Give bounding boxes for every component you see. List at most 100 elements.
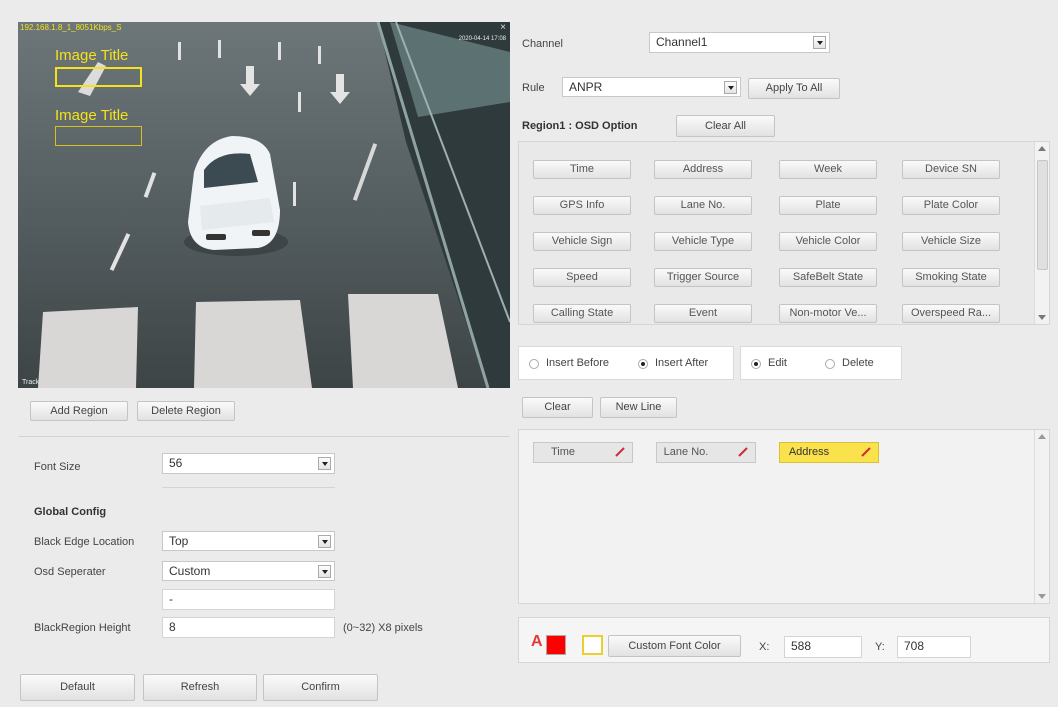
- black-region-height-input[interactable]: 8: [162, 617, 335, 638]
- delete-radio[interactable]: [825, 359, 835, 369]
- osd-separator-value: Custom: [169, 564, 211, 578]
- osd-device-sn-button[interactable]: Device SN: [902, 160, 1000, 179]
- scroll-up-icon[interactable]: [1038, 434, 1046, 439]
- scroll-up-icon[interactable]: [1038, 146, 1046, 151]
- add-region-button[interactable]: Add Region: [30, 401, 128, 421]
- osd-smoking-state-button[interactable]: Smoking State: [902, 268, 1000, 287]
- selected-osd-area[interactable]: Time Lane No. Address: [518, 429, 1050, 604]
- new-line-button[interactable]: New Line: [600, 397, 677, 418]
- insert-after-label[interactable]: Insert After: [655, 357, 708, 369]
- osd-lane-no-button[interactable]: Lane No.: [654, 196, 752, 215]
- secondary-color-swatch[interactable]: [582, 635, 603, 655]
- osd-speed-button[interactable]: Speed: [533, 268, 631, 287]
- edit-pen-icon[interactable]: [860, 446, 872, 458]
- font-size-value: 56: [169, 456, 183, 470]
- overlay-box-2[interactable]: [55, 126, 142, 146]
- global-config-title: Global Config: [34, 506, 107, 518]
- video-timestamp: 2020-04-14 17:08: [458, 36, 506, 42]
- primary-color-swatch[interactable]: [546, 635, 566, 655]
- rule-value: ANPR: [569, 80, 603, 94]
- default-button[interactable]: Default: [20, 674, 135, 701]
- insert-before-radio[interactable]: [529, 359, 539, 369]
- insert-before-label[interactable]: Insert Before: [546, 357, 609, 369]
- insert-after-radio[interactable]: [638, 359, 648, 369]
- delete-label[interactable]: Delete: [842, 357, 874, 369]
- osd-event-button[interactable]: Event: [654, 304, 752, 323]
- delete-region-button[interactable]: Delete Region: [137, 401, 235, 421]
- x-label: X:: [759, 641, 770, 653]
- mode-radio-group: [740, 346, 902, 380]
- chevron-down-icon[interactable]: [318, 457, 331, 470]
- rule-label: Rule: [522, 82, 545, 94]
- clear-button[interactable]: Clear: [522, 397, 593, 418]
- osd-safebelt-state-button[interactable]: SafeBelt State: [779, 268, 877, 287]
- osd-trigger-source-button[interactable]: Trigger Source: [654, 268, 752, 287]
- channel-select[interactable]: Channel1: [649, 32, 830, 53]
- channel-label: Channel: [522, 38, 563, 50]
- chevron-down-icon[interactable]: [318, 565, 331, 578]
- selected-item-label: Address: [788, 446, 830, 458]
- apply-to-all-button[interactable]: Apply To All: [748, 78, 840, 99]
- selected-item-time[interactable]: Time: [533, 442, 633, 463]
- osd-overspeed-button[interactable]: Overspeed Ra...: [902, 304, 1000, 323]
- black-edge-label: Black Edge Location: [34, 536, 135, 548]
- edit-label[interactable]: Edit: [768, 357, 787, 369]
- divider: [162, 487, 335, 488]
- osd-vehicle-color-button[interactable]: Vehicle Color: [779, 232, 877, 251]
- close-icon[interactable]: ×: [500, 22, 506, 33]
- chevron-down-icon[interactable]: [724, 81, 737, 94]
- black-region-height-label: BlackRegion Height: [34, 622, 131, 634]
- selected-item-address[interactable]: Address: [779, 442, 879, 463]
- channel-tag: Track: [22, 379, 40, 386]
- rule-select[interactable]: ANPR: [562, 77, 741, 97]
- y-coordinate-input[interactable]: 708: [897, 636, 971, 658]
- osd-calling-state-button[interactable]: Calling State: [533, 304, 631, 323]
- osd-plate-button[interactable]: Plate: [779, 196, 877, 215]
- osd-time-button[interactable]: Time: [533, 160, 631, 179]
- scrollbar[interactable]: [1034, 430, 1049, 603]
- scrollbar-thumb[interactable]: [1037, 160, 1048, 270]
- black-edge-value: Top: [169, 534, 189, 548]
- video-preview[interactable]: 192.168.1.8_1_8051Kbps_S 2020-04-14 17:0…: [18, 22, 510, 388]
- chevron-down-icon[interactable]: [813, 36, 826, 49]
- scrollbar[interactable]: [1034, 142, 1049, 324]
- osd-option-title: Region1 : OSD Option: [522, 120, 638, 132]
- selected-item-label: Lane No.: [663, 446, 709, 458]
- osd-week-button[interactable]: Week: [779, 160, 877, 179]
- font-size-select[interactable]: 56: [162, 453, 335, 474]
- chevron-down-icon[interactable]: [318, 535, 331, 548]
- black-region-hint: (0~32) X8 pixels: [343, 622, 423, 634]
- confirm-button[interactable]: Confirm: [263, 674, 378, 701]
- osd-vehicle-type-button[interactable]: Vehicle Type: [654, 232, 752, 251]
- edit-pen-icon[interactable]: [614, 446, 626, 458]
- overlay-title-2: Image Title: [55, 107, 129, 124]
- edit-pen-icon[interactable]: [737, 446, 749, 458]
- font-letter-icon: A: [531, 633, 543, 650]
- channel-value: Channel1: [656, 35, 708, 49]
- overlay-title-1: Image Title: [55, 47, 129, 64]
- custom-font-color-button[interactable]: Custom Font Color: [608, 635, 741, 657]
- osd-address-button[interactable]: Address: [654, 160, 752, 179]
- osd-gps-info-button[interactable]: GPS Info: [533, 196, 631, 215]
- separator-text-input[interactable]: -: [162, 589, 335, 610]
- selected-item-lane-no[interactable]: Lane No.: [656, 442, 756, 463]
- edit-radio[interactable]: [751, 359, 761, 369]
- osd-separator-label: Osd Seperater: [34, 566, 106, 578]
- osd-non-motor-button[interactable]: Non-motor Ve...: [779, 304, 877, 323]
- clear-all-button[interactable]: Clear All: [676, 115, 775, 137]
- osd-option-list: Time Address Week Device SN GPS Info Lan…: [518, 141, 1050, 325]
- font-size-label: Font Size: [34, 461, 81, 473]
- x-coordinate-input[interactable]: 588: [784, 636, 862, 658]
- osd-separator-select[interactable]: Custom: [162, 561, 335, 581]
- scroll-down-icon[interactable]: [1038, 315, 1046, 320]
- scroll-down-icon[interactable]: [1038, 594, 1046, 599]
- overlay-box-1[interactable]: [55, 67, 142, 87]
- selected-item-label: Time: [550, 446, 576, 458]
- refresh-button[interactable]: Refresh: [143, 674, 257, 701]
- black-edge-select[interactable]: Top: [162, 531, 335, 551]
- osd-vehicle-size-button[interactable]: Vehicle Size: [902, 232, 1000, 251]
- osd-plate-color-button[interactable]: Plate Color: [902, 196, 1000, 215]
- osd-vehicle-sign-button[interactable]: Vehicle Sign: [533, 232, 631, 251]
- stream-info: 192.168.1.8_1_8051Kbps_S: [20, 23, 122, 32]
- y-label: Y:: [875, 641, 885, 653]
